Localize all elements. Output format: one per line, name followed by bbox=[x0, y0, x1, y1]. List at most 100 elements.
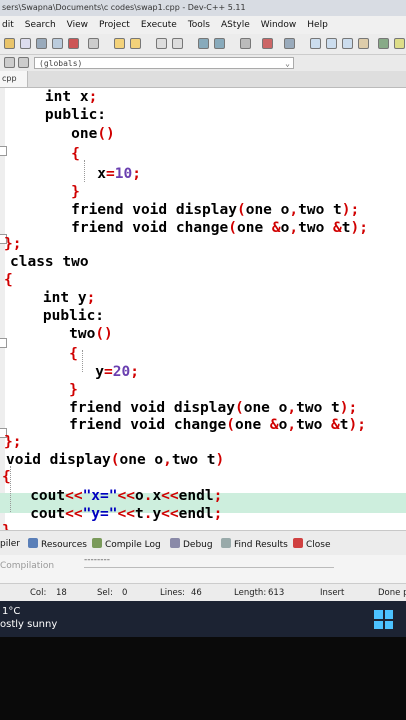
menu-project[interactable]: Project bbox=[99, 16, 130, 34]
class-browser-icon[interactable] bbox=[342, 38, 353, 49]
tab-compile-log[interactable]: Compile Log bbox=[92, 538, 161, 551]
weather-description[interactable]: ostly sunny bbox=[0, 619, 57, 630]
compile-panel: Compilation -------- bbox=[0, 555, 406, 583]
status-length-value: 613 bbox=[268, 588, 285, 598]
code-line[interactable]: x=10; bbox=[10, 165, 141, 183]
save-icon[interactable] bbox=[36, 38, 47, 49]
fold-marker[interactable] bbox=[0, 146, 7, 156]
menu-bar: dit Search View Project Execute Tools AStyle Wi… bbox=[0, 16, 406, 34]
code-line[interactable]: { bbox=[4, 271, 13, 289]
code-line[interactable]: } bbox=[2, 522, 11, 530]
save-all-icon[interactable] bbox=[52, 38, 63, 49]
code-line[interactable]: }; bbox=[4, 433, 21, 451]
status-length-label: Length: bbox=[234, 588, 267, 598]
close-file-icon[interactable] bbox=[68, 38, 79, 49]
indent-icon[interactable] bbox=[198, 38, 209, 49]
open-file-icon[interactable] bbox=[20, 38, 31, 49]
status-col-value: 18 bbox=[56, 588, 67, 598]
menu-edit[interactable]: dit bbox=[2, 16, 14, 34]
compile-run-icon[interactable] bbox=[394, 38, 405, 49]
code-line[interactable]: { bbox=[10, 145, 80, 163]
code-line[interactable]: void display(one o,two t) bbox=[6, 451, 224, 469]
run-icon[interactable] bbox=[378, 38, 389, 49]
goto-icon[interactable] bbox=[262, 38, 273, 49]
tab-debug[interactable]: Debug bbox=[170, 538, 213, 551]
weather-temperature[interactable]: 1°C bbox=[2, 606, 20, 617]
code-line[interactable]: friend void display(one o,two t); bbox=[8, 399, 357, 417]
tab-resources[interactable]: Resources bbox=[28, 538, 87, 551]
compile-divider bbox=[84, 567, 334, 568]
tab-find-results[interactable]: Find Results bbox=[221, 538, 288, 551]
code-line[interactable]: int x; bbox=[10, 88, 97, 106]
code-line[interactable]: two() bbox=[8, 325, 113, 343]
menu-execute[interactable]: Execute bbox=[141, 16, 177, 34]
windows-start-icon[interactable] bbox=[374, 610, 393, 629]
tab-source-file[interactable]: cpp bbox=[0, 71, 28, 87]
code-line[interactable]: friend void change(one &o,two &t); bbox=[10, 219, 368, 237]
tab-compile-log-label: Compile Log bbox=[105, 540, 161, 550]
menu-help[interactable]: Help bbox=[307, 16, 328, 34]
status-insert-mode: Insert bbox=[320, 588, 345, 598]
new-project-icon[interactable] bbox=[310, 38, 321, 49]
close-icon bbox=[293, 538, 303, 548]
monitor-bezel bbox=[0, 637, 406, 720]
debug-icon bbox=[170, 538, 180, 548]
replace-icon[interactable] bbox=[172, 38, 183, 49]
menu-search[interactable]: Search bbox=[25, 16, 56, 34]
resources-icon bbox=[28, 538, 38, 548]
code-line[interactable]: public: bbox=[8, 307, 104, 325]
taskbar: 1°C ostly sunny bbox=[0, 601, 406, 637]
editor-tab-strip: cpp bbox=[0, 71, 406, 88]
tab-find-results-label: Find Results bbox=[234, 540, 288, 550]
toolbar-small-icon[interactable] bbox=[4, 57, 15, 68]
code-line[interactable]: class two bbox=[10, 253, 89, 271]
code-line[interactable]: } bbox=[8, 381, 78, 399]
find-results-icon bbox=[221, 538, 231, 548]
scope-dropdown[interactable]: (globals) ⌄ bbox=[34, 57, 294, 69]
toolbar bbox=[0, 34, 406, 55]
chevron-down-icon: ⌄ bbox=[285, 59, 290, 68]
tab-resources-label: Resources bbox=[41, 540, 87, 550]
window-title: sers\Swapna\Documents\c codes\swap1.cpp … bbox=[2, 3, 246, 12]
bar-chart-icon bbox=[92, 538, 102, 548]
code-line[interactable]: friend void change(one &o,two &t); bbox=[8, 416, 366, 434]
close-panel-label: Close bbox=[306, 540, 331, 550]
project-options-icon[interactable] bbox=[326, 38, 337, 49]
new-file-icon[interactable] bbox=[4, 38, 15, 49]
toolbar-small-icon[interactable] bbox=[18, 57, 29, 68]
redo-icon[interactable] bbox=[130, 38, 141, 49]
code-line[interactable]: y=20; bbox=[8, 363, 139, 381]
code-line[interactable]: { bbox=[2, 468, 11, 486]
fold-marker[interactable] bbox=[0, 338, 7, 348]
code-line[interactable]: int y; bbox=[8, 289, 95, 307]
unindent-icon[interactable] bbox=[214, 38, 225, 49]
undo-icon[interactable] bbox=[114, 38, 125, 49]
code-line[interactable]: friend void display(one o,two t); bbox=[10, 201, 359, 219]
status-lines-value: 46 bbox=[191, 588, 202, 598]
print-icon[interactable] bbox=[88, 38, 99, 49]
menu-tools[interactable]: Tools bbox=[188, 16, 210, 34]
menu-view[interactable]: View bbox=[67, 16, 88, 34]
find-icon[interactable] bbox=[156, 38, 167, 49]
code-line[interactable]: cout<<"x="<<o.x<<endl; bbox=[4, 487, 222, 505]
toggle-bookmark-icon[interactable] bbox=[240, 38, 251, 49]
status-sel-label: Sel: bbox=[97, 588, 113, 598]
menu-window[interactable]: Window bbox=[261, 16, 297, 34]
tab-compiler[interactable]: piler bbox=[0, 538, 20, 550]
code-line[interactable]: public: bbox=[10, 106, 106, 124]
code-editor[interactable]: int x; public: one() { x=10; } friend vo… bbox=[0, 88, 406, 530]
code-line[interactable]: } bbox=[10, 183, 80, 201]
menu-astyle[interactable]: AStyle bbox=[221, 16, 250, 34]
code-line[interactable]: one() bbox=[10, 125, 115, 143]
code-line[interactable]: }; bbox=[4, 235, 21, 253]
tab-debug-label: Debug bbox=[183, 540, 213, 550]
status-bar: Col: 18 Sel: 0 Lines: 46 Length: 613 Ins… bbox=[0, 583, 406, 602]
close-panel-button[interactable]: Close bbox=[293, 538, 331, 551]
bottom-panel-tabs: piler Resources Compile Log Debug Find R… bbox=[0, 530, 406, 556]
compile-icon[interactable] bbox=[358, 38, 369, 49]
status-state: Done p bbox=[378, 588, 406, 598]
status-sel-value: 0 bbox=[122, 588, 128, 598]
code-line[interactable]: cout<<"y="<<t.y<<endl; bbox=[4, 505, 222, 523]
code-line[interactable]: { bbox=[8, 345, 78, 363]
stop-icon[interactable] bbox=[284, 38, 295, 49]
